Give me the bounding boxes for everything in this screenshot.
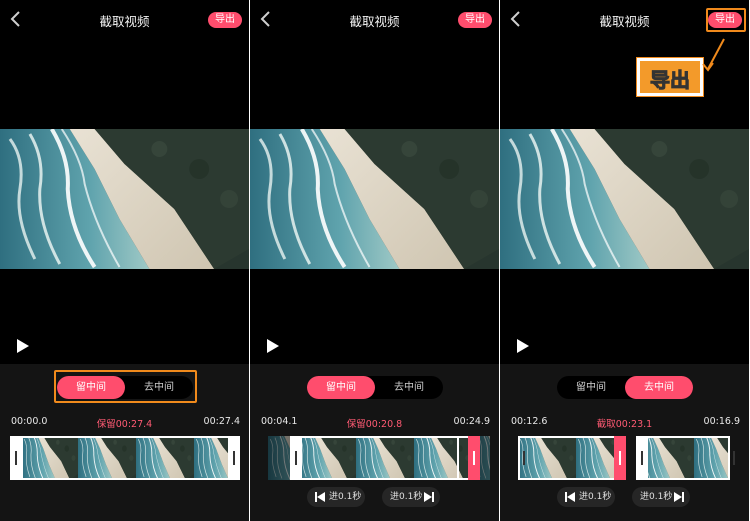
time-readout: 00:00.0 保留00:27.4 00:27.4 <box>0 416 249 430</box>
end-edge <box>728 436 735 480</box>
trim-controls: 留中间 去中间 00:04.1 保留00:20.8 00:24.9 进0.1秒 <box>250 364 499 521</box>
mode-keep-middle[interactable]: 留中间 <box>307 376 375 399</box>
play-icon[interactable] <box>516 338 530 354</box>
trim-controls: 留中间 去中间 00:12.6 截取00:23.1 00:16.9 进0.1秒 <box>500 364 749 521</box>
video-preview[interactable] <box>0 129 249 269</box>
top-bar: 截取视频 导出 <box>250 0 499 38</box>
fine-adjust-buttons: 进0.1秒 进0.1秒 <box>250 487 499 507</box>
mode-toggle-highlight <box>54 370 197 403</box>
start-edge <box>518 436 525 480</box>
skip-previous-icon <box>565 492 575 502</box>
end-time: 00:27.4 <box>203 416 240 427</box>
mode-remove-middle[interactable]: 去中间 <box>375 376 443 399</box>
selection-border <box>302 436 468 480</box>
top-bar: 截取视频 导出 <box>0 0 249 38</box>
screen-remove-middle: 截取视频 导出 留中间 去中间 00:12.6 截取00:23.1 00:16.… <box>500 0 749 521</box>
end-time: 00:16.9 <box>703 416 740 427</box>
mode-keep-middle[interactable]: 留中间 <box>557 376 625 399</box>
kept-segment-border <box>636 436 730 480</box>
playhead[interactable] <box>21 436 23 480</box>
timeline-track[interactable] <box>260 436 490 480</box>
step-forward-button[interactable]: 进0.1秒 <box>382 487 440 507</box>
arrow-icon <box>702 38 725 72</box>
selection-border <box>22 436 228 480</box>
mode-toggle: 留中间 去中间 <box>307 376 443 399</box>
timeline-track[interactable] <box>10 436 240 480</box>
step-back-label: 进0.1秒 <box>329 492 362 502</box>
left-trim-handle[interactable] <box>290 436 302 480</box>
play-icon[interactable] <box>266 338 280 354</box>
right-trim-handle[interactable] <box>228 436 240 480</box>
skip-next-icon <box>424 492 434 502</box>
step-back-label: 进0.1秒 <box>579 492 612 502</box>
export-button-highlight <box>706 8 746 32</box>
step-forward-button[interactable]: 进0.1秒 <box>632 487 690 507</box>
right-trim-handle[interactable] <box>468 436 480 480</box>
cut-end-handle[interactable] <box>636 436 648 480</box>
timeline-track[interactable] <box>510 436 740 480</box>
mode-remove-middle[interactable]: 去中间 <box>625 376 693 399</box>
cut-start-handle[interactable] <box>614 436 626 480</box>
playhead[interactable] <box>457 436 459 480</box>
export-callout-label: 导出 <box>650 68 691 93</box>
skip-next-icon <box>674 492 684 502</box>
kept-segment-border <box>518 436 614 480</box>
export-callout: 导出 <box>636 57 704 97</box>
time-readout: 00:12.6 截取00:23.1 00:16.9 <box>500 416 749 430</box>
step-forward-label: 进0.1秒 <box>640 492 673 502</box>
screen-keep-middle-full: 截取视频 导出 留中间 去中间 00:00.0 保留00:27.4 00:27.… <box>0 0 249 521</box>
step-forward-label: 进0.1秒 <box>390 492 423 502</box>
end-time: 00:24.9 <box>453 416 490 427</box>
video-preview[interactable] <box>250 129 499 269</box>
excluded-region <box>268 436 290 480</box>
step-back-button[interactable]: 进0.1秒 <box>307 487 365 507</box>
video-preview[interactable] <box>500 129 749 269</box>
export-button[interactable]: 导出 <box>458 12 492 28</box>
step-back-button[interactable]: 进0.1秒 <box>557 487 615 507</box>
screen-keep-middle-trimmed: 截取视频 导出 留中间 去中间 00:04.1 保留00:20.8 00:24.… <box>250 0 499 521</box>
mode-toggle: 留中间 去中间 <box>557 376 693 399</box>
time-readout: 00:04.1 保留00:20.8 00:24.9 <box>250 416 499 430</box>
export-button[interactable]: 导出 <box>208 12 242 28</box>
skip-previous-icon <box>315 492 325 502</box>
play-icon[interactable] <box>16 338 30 354</box>
excluded-region <box>480 436 490 480</box>
fine-adjust-buttons: 进0.1秒 进0.1秒 <box>500 487 749 507</box>
